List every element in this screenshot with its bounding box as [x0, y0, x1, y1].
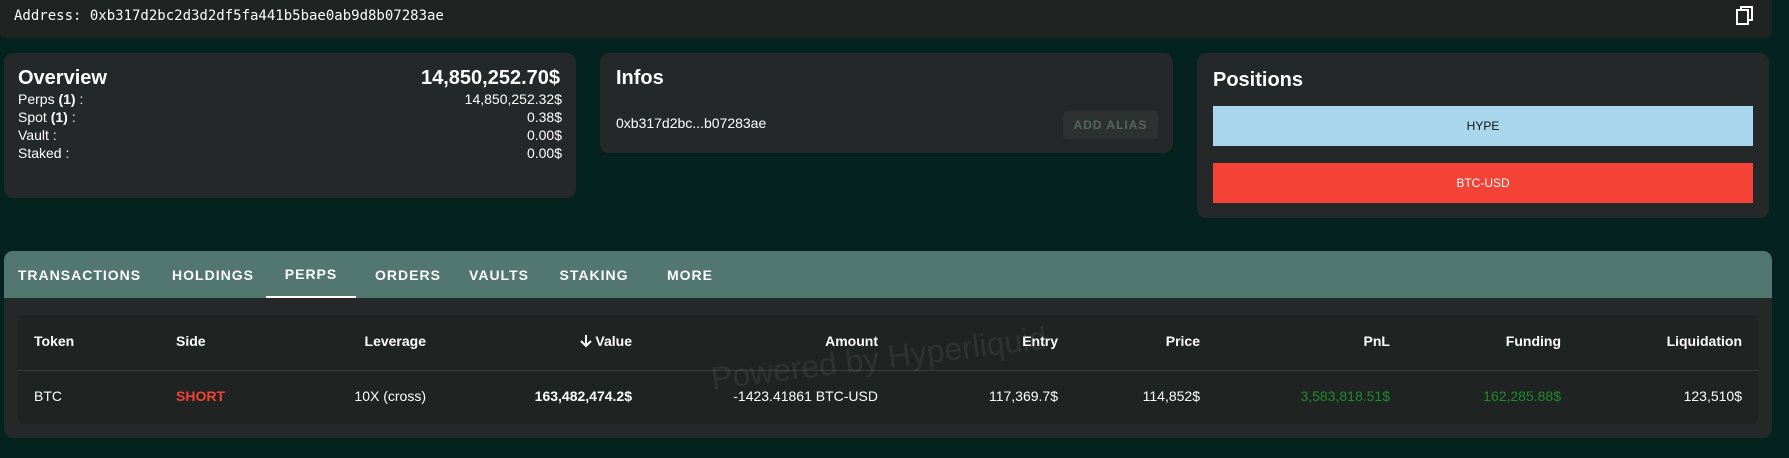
column-header-pnl[interactable]: PnL [1268, 333, 1390, 349]
tab-perps[interactable]: PERPS [266, 251, 356, 298]
position-hype-button[interactable]: HYPE [1213, 106, 1753, 146]
column-header-token[interactable]: Token [34, 333, 74, 349]
wallet-address: Address: 0xb317d2bc2d3d2df5fa441b5bae0ab… [14, 8, 444, 24]
cell-value: 163,482,474.2$ [534, 388, 632, 404]
cell-side: SHORT [176, 388, 225, 404]
cell-token: BTC [34, 388, 62, 404]
overview-title: Overview [18, 67, 107, 89]
column-header-leverage[interactable]: Leverage [318, 333, 426, 349]
overview-value: 0.00$ [526, 127, 562, 143]
cell-funding: 162,285.88$ [1483, 388, 1561, 404]
cell-leverage: 10X (cross) [354, 388, 426, 404]
arrow-down-icon [580, 335, 593, 348]
tab-orders[interactable]: ORDERS [363, 251, 453, 298]
overview-value: 14,850,252.32$ [464, 91, 562, 107]
overview-row-spot: Spot (1) : 0.38$ [18, 109, 562, 125]
column-header-funding[interactable]: Funding [1438, 333, 1561, 349]
copy-icon[interactable] [1733, 4, 1757, 28]
column-header-value: Value [595, 333, 632, 349]
overview-row-vault: Vault : 0.00$ [18, 127, 562, 143]
column-header-side[interactable]: Side [176, 333, 206, 349]
positions-title: Positions [1213, 69, 1304, 91]
cell-entry: 117,369.7$ [988, 388, 1058, 404]
infos-title: Infos [616, 67, 664, 89]
column-header-liquidation[interactable]: Liquidation [1598, 333, 1742, 349]
tab-staking[interactable]: STAKING [543, 251, 645, 298]
infos-card: Infos 0xb317d2bc...b07283ae ADD ALIAS [600, 53, 1173, 153]
add-alias-button[interactable]: ADD ALIAS [1063, 111, 1158, 139]
cell-pnl: 3,583,818.51$ [1300, 388, 1390, 404]
cell-liquidation: 123,510$ [1683, 388, 1742, 404]
overview-row-perps: Perps (1) : 14,850,252.32$ [18, 91, 562, 107]
column-header-value-wrap[interactable]: Value [502, 333, 632, 349]
overview-value: 0.38$ [526, 109, 562, 125]
tab-more[interactable]: MORE [645, 251, 735, 298]
tab-bar: TRANSACTIONS HOLDINGS PERPS ORDERS VAULT… [4, 251, 1772, 298]
overview-card: Overview 14,850,252.70$ Perps (1) : 14,8… [4, 53, 576, 198]
positions-card: Positions HYPE BTC-USD [1197, 53, 1769, 218]
overview-total: 14,850,252.70$ [420, 67, 560, 89]
address-bar: Address: 0xb317d2bc2d3d2df5fa441b5bae0ab… [0, 0, 1772, 38]
tab-holdings[interactable]: HOLDINGS [155, 251, 271, 298]
tab-transactions[interactable]: TRANSACTIONS [4, 251, 155, 298]
overview-row-staked: Staked : 0.00$ [18, 145, 562, 161]
short-address: 0xb317d2bc...b07283ae [616, 115, 767, 131]
column-header-price[interactable]: Price [1078, 333, 1200, 349]
cell-price: 114,852$ [1142, 388, 1200, 404]
tab-vaults[interactable]: VAULTS [455, 251, 543, 298]
overview-value: 0.00$ [526, 145, 562, 161]
position-btc-usd-button[interactable]: BTC-USD [1213, 163, 1753, 203]
